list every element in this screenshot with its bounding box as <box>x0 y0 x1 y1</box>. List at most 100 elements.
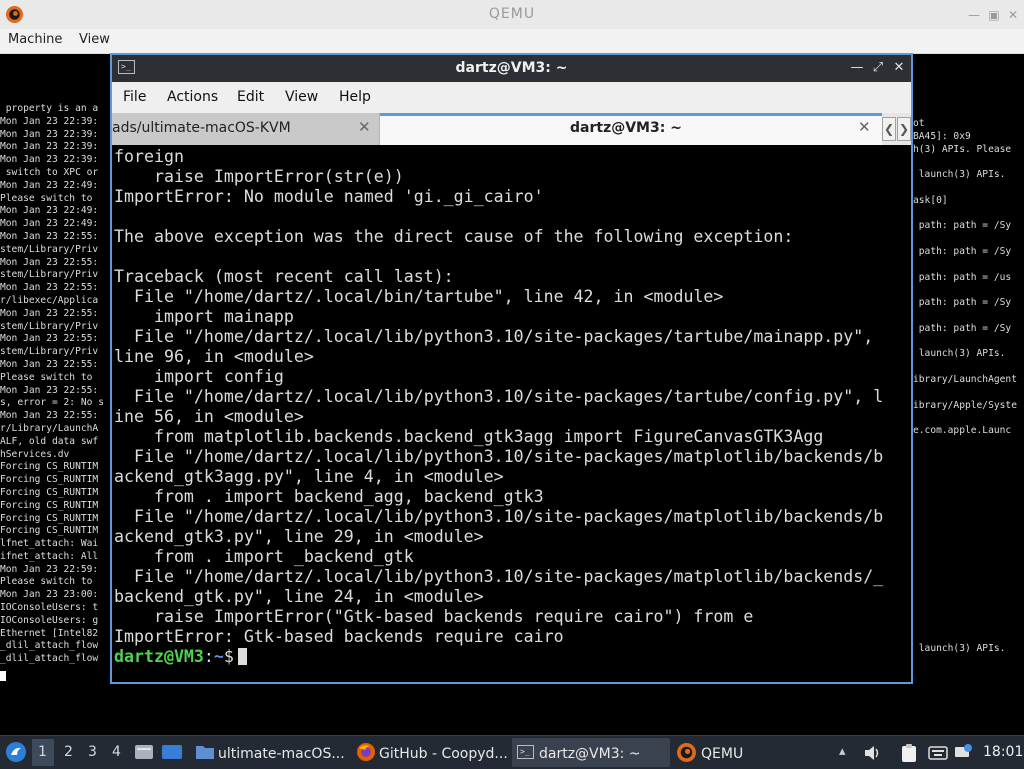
terminal-prompt-line[interactable]: dartz@VM3:~$ <box>114 647 247 667</box>
task-qemu[interactable]: QEMU <box>673 738 831 767</box>
console-line: e.com.apple.Launc <box>913 425 1012 437</box>
menu-view[interactable]: View <box>285 89 318 105</box>
qemu-titlebar[interactable]: QEMU — ▣ ✕ <box>0 0 1024 30</box>
volume-icon[interactable] <box>863 744 881 762</box>
console-line: property is an a <box>0 103 99 114</box>
network-icon[interactable] <box>953 743 973 763</box>
console-line: Forcing CS_RUNTIM <box>0 512 99 524</box>
close-tab-icon[interactable]: ✕ <box>858 118 871 136</box>
console-line: stem/Library/Priv <box>0 269 99 281</box>
tab-dartz-vm3[interactable]: dartz@VM3: ~ ✕ <box>380 113 882 145</box>
menu-actions[interactable]: Actions <box>167 89 218 105</box>
terminal-line: from matplotlib.backends.backend_gtk3agg… <box>114 427 824 446</box>
console-line: Forcing CS_RUNTIM <box>0 499 99 511</box>
terminal-line: backend_gtk.py", line 24, in <module> <box>114 587 484 606</box>
console-line: path: path = /Sy <box>913 245 1012 257</box>
menu-machine[interactable]: Machine <box>8 32 62 47</box>
task-file-manager[interactable]: ultimate-macOS... <box>190 738 348 767</box>
console-line: Mon Jan 23 22:55: <box>0 358 99 370</box>
terminal-window[interactable]: >_ dartz@VM3: ~ — ⤢ ✕ File Actions Edit … <box>110 53 913 684</box>
terminal-line: line 96, in <module> <box>114 347 314 366</box>
close-icon[interactable]: ✕ <box>1005 7 1021 23</box>
terminal-output[interactable]: foreign raise ImportError(str(e)) ImportE… <box>114 147 909 682</box>
close-tab-icon[interactable]: ✕ <box>358 118 371 136</box>
clipboard-icon[interactable] <box>900 743 918 763</box>
workspace-1[interactable]: 1 <box>38 744 47 760</box>
task-label: ultimate-macOS... <box>218 746 345 762</box>
console-log-left: property is an a Mon Jan 23 22:39: Mon Jan… <box>0 103 110 666</box>
console-line: lfnet_attach: Wai <box>0 538 99 550</box>
tab-label: ads/ultimate-macOS-KVM <box>112 120 291 136</box>
console-line: Please switch to <box>0 371 93 383</box>
clock[interactable]: 18:01 <box>983 744 1023 760</box>
restore-icon[interactable]: ⤢ <box>870 59 886 77</box>
menu-edit[interactable]: Edit <box>237 89 264 105</box>
qemu-window-title: QEMU <box>488 6 536 22</box>
minimize-icon[interactable]: — <box>849 59 865 77</box>
terminal-line: from . import _backend_gtk <box>114 547 414 566</box>
terminal-menubar: File Actions Edit View Help <box>112 82 911 113</box>
task-label: QEMU <box>701 746 744 762</box>
prompt-separator: : <box>203 647 214 666</box>
console-line: Mon Jan 23 22:39: <box>0 115 99 127</box>
menu-file[interactable]: File <box>123 89 146 105</box>
terminal-line: import mainapp <box>114 307 294 326</box>
show-desktop-icon[interactable] <box>134 743 154 761</box>
console-line: switch to XPC or <box>0 166 99 178</box>
terminal-cursor <box>237 648 247 665</box>
console-line: r/Library/LaunchA <box>0 422 99 434</box>
console-line: Please switch to <box>0 192 93 204</box>
console-line: Mon Jan 23 22:49: <box>0 205 99 217</box>
console-line: path: path = /Sy <box>913 322 1012 334</box>
terminal-line: File "/home/dartz/.local/bin/tartube", l… <box>114 287 724 306</box>
maximize-icon[interactable]: ▣ <box>986 7 1002 23</box>
task-firefox[interactable]: GitHub - Coopyd... <box>352 738 510 767</box>
menu-view[interactable]: View <box>79 32 110 47</box>
console-line: r/libexec/Applica <box>0 294 99 306</box>
minimize-icon[interactable]: — <box>966 7 982 23</box>
console-line: Mon Jan 23 23:00: <box>0 589 99 601</box>
console-line: stem/Library/Priv <box>0 346 99 358</box>
workspace-3[interactable]: 3 <box>88 744 97 760</box>
console-line: Mon Jan 23 22:39: <box>0 141 99 153</box>
menu-help[interactable]: Help <box>339 89 371 105</box>
console-line: _dlil_attach_flow <box>0 640 99 652</box>
console-line: Forcing CS_RUNTIM <box>0 486 99 498</box>
tab-scroll-left-icon[interactable]: ❮ <box>882 117 896 141</box>
terminal-titlebar[interactable]: >_ dartz@VM3: ~ — ⤢ ✕ <box>112 55 911 82</box>
console-line: Mon Jan 23 22:59: <box>0 563 99 575</box>
terminal-line: The above exception was the direct cause… <box>114 227 794 246</box>
console-line: Mon Jan 23 22:55: <box>0 307 99 319</box>
task-terminal[interactable]: >_ dartz@VM3: ~ <box>512 738 670 767</box>
window-switcher-icon[interactable] <box>161 743 183 761</box>
close-icon[interactable]: ✕ <box>891 59 907 77</box>
console-line: ibrary/LaunchAgent <box>913 373 1017 385</box>
tab-scroll-right-icon[interactable]: ❯ <box>897 117 911 141</box>
terminal-line: ine 56, in <module> <box>114 407 304 426</box>
workspace-4[interactable]: 4 <box>112 744 121 760</box>
start-menu-icon[interactable] <box>5 741 27 763</box>
terminal-line: File "/home/dartz/.local/lib/python3.10/… <box>114 447 884 466</box>
tab-ultimate-macos-kvm[interactable]: ads/ultimate-macOS-KVM ✕ <box>112 113 380 145</box>
console-line: IOConsoleUsers: g <box>0 614 99 626</box>
terminal-line: Traceback (most recent call last): <box>114 267 454 286</box>
workspace-2[interactable]: 2 <box>64 744 73 760</box>
tray-expand-icon[interactable]: ▴ <box>839 744 846 759</box>
keyboard-icon[interactable] <box>928 744 948 762</box>
terminal-line: raise ImportError(str(e)) <box>114 167 404 186</box>
